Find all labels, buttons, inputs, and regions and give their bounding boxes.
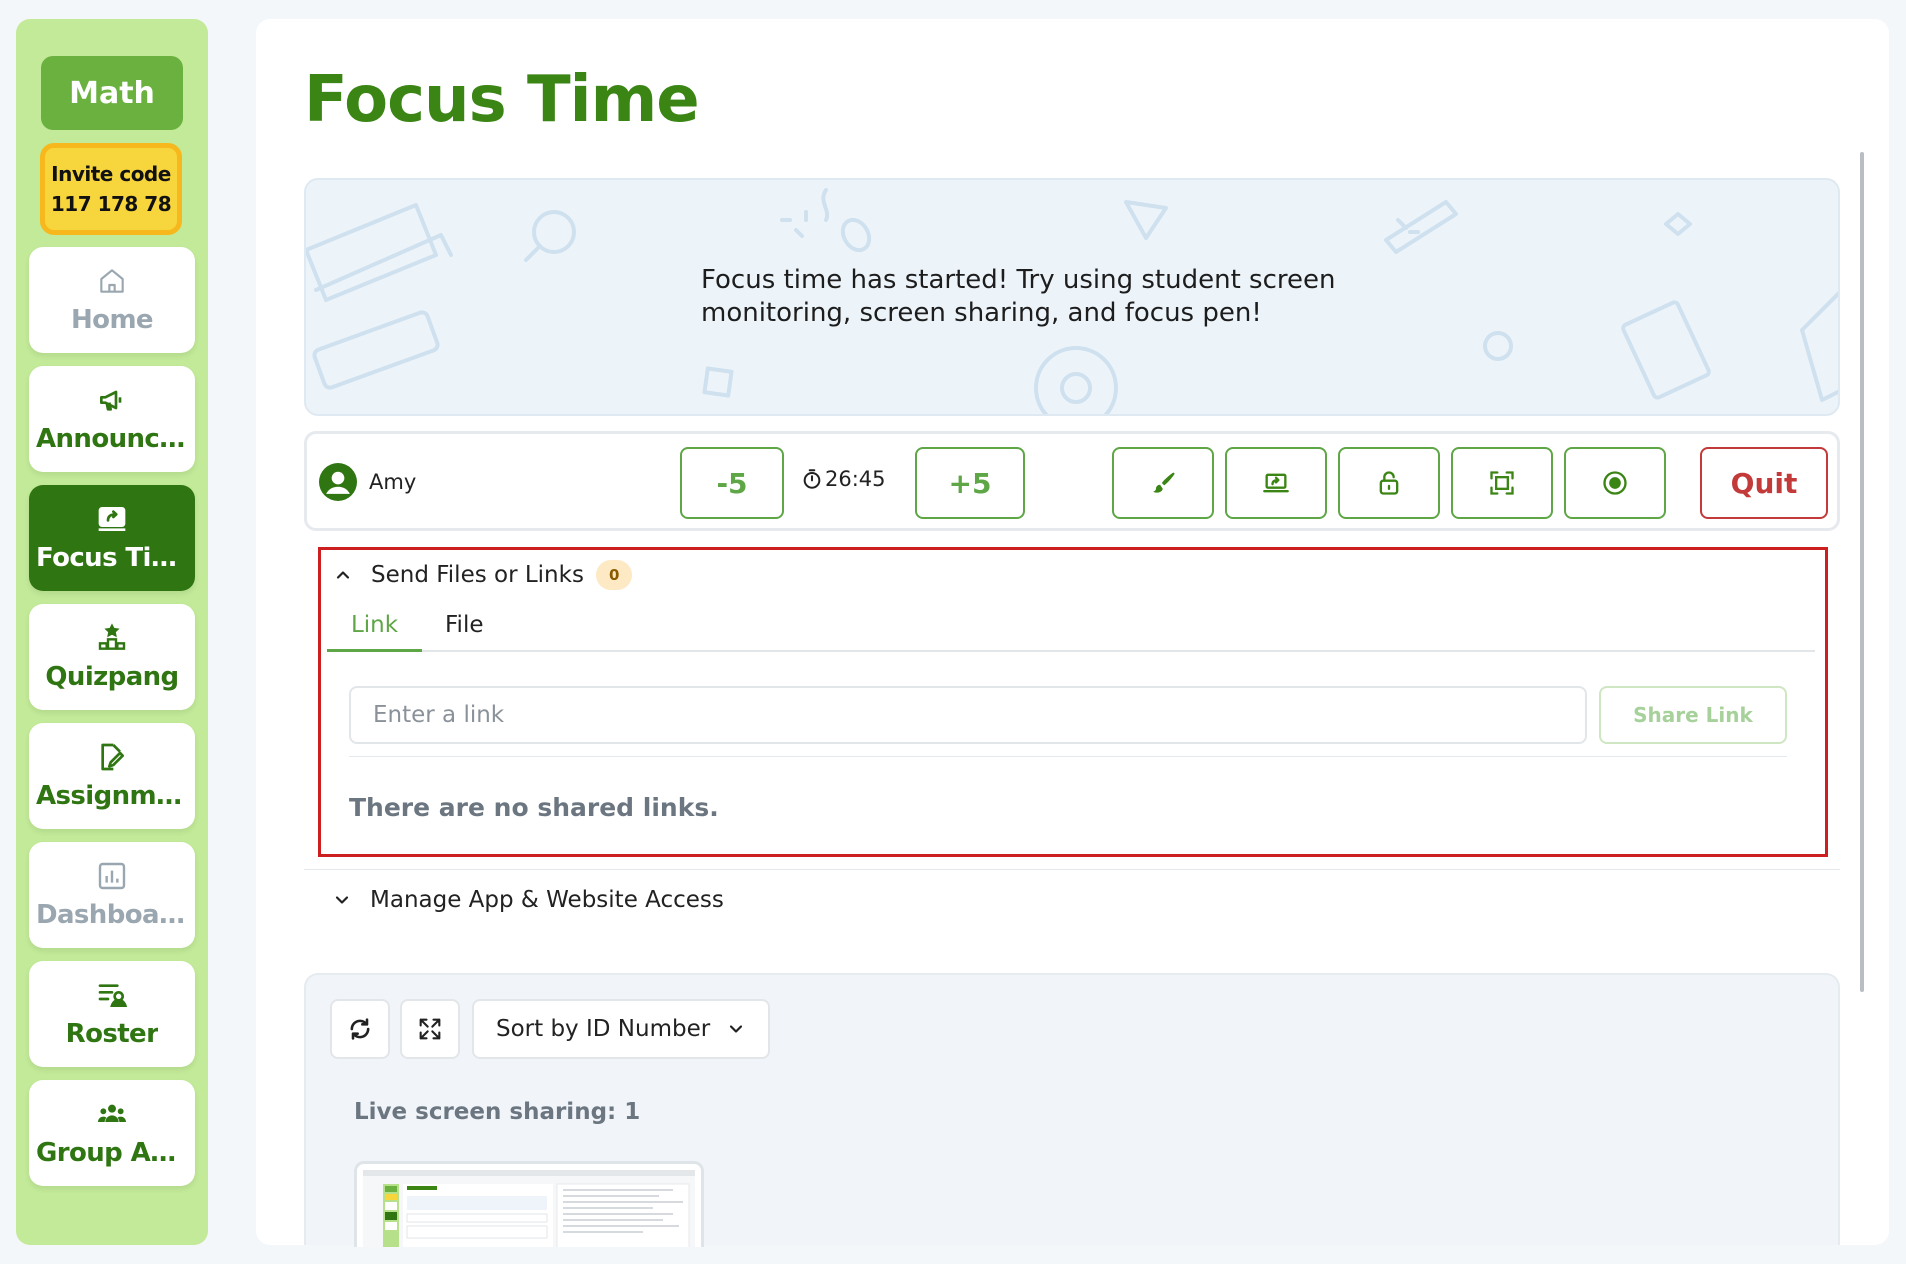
sidebar-item-label: Group Activities <box>36 1138 188 1168</box>
sidebar-item-label: Home <box>71 305 153 335</box>
megaphone-icon <box>100 390 122 411</box>
screen-thumbnail-image <box>363 1170 695 1247</box>
sort-select[interactable]: Sort by ID Number <box>472 999 770 1059</box>
divider <box>349 756 1787 757</box>
sidebar-item-assignments[interactable]: Assignments <box>29 723 195 829</box>
refresh-button[interactable] <box>330 999 390 1059</box>
manage-access-title: Manage App & Website Access <box>370 887 724 913</box>
roster-icon <box>98 984 128 1007</box>
divider <box>304 869 1840 870</box>
student-name: Amy <box>369 470 417 494</box>
minus-five-label: -5 <box>716 466 748 500</box>
screen-share-icon <box>1263 473 1289 493</box>
home-icon <box>100 269 124 293</box>
chevron-down-icon <box>729 1025 743 1033</box>
banner-message: Focus time has started! Try using studen… <box>701 265 1336 328</box>
tab-file[interactable]: File <box>445 612 505 652</box>
main-panel: Focus Time Focus time has started! Try u… <box>256 19 1889 1247</box>
sidebar: Math Invite code 117 178 78 Home Announc… <box>16 19 208 1245</box>
tab-link[interactable]: Link <box>327 612 422 652</box>
brush-icon <box>1153 472 1175 493</box>
stopwatch-icon <box>803 469 821 489</box>
chevron-down-icon <box>335 896 349 904</box>
chevron-up-icon <box>336 571 350 579</box>
sidebar-item-label: Dashboard <box>36 900 188 930</box>
timer-value: 26:45 <box>825 467 886 491</box>
shared-count-badge: 0 <box>595 560 633 590</box>
send-files-section: Send Files or Links 0 Link File Share Li… <box>318 547 1828 857</box>
send-files-title: Send Files or Links <box>371 562 584 588</box>
expand-button[interactable] <box>400 999 460 1059</box>
plus-five-button[interactable]: +5 <box>915 447 1025 519</box>
student-chip[interactable]: Amy <box>319 463 416 501</box>
page-title: Focus Time <box>304 63 700 137</box>
sidebar-item-group-activities[interactable]: Group Activities <box>29 1080 195 1186</box>
scrollbar[interactable] <box>1860 152 1864 992</box>
refresh-icon <box>350 1018 370 1040</box>
sidebar-item-dashboard[interactable]: Dashboard <box>29 842 195 948</box>
screen-share-icon <box>98 507 126 531</box>
link-input[interactable] <box>349 686 1587 744</box>
quit-label: Quit <box>1730 466 1798 500</box>
sidebar-item-label: Quizpang <box>45 662 179 692</box>
sidebar-item-label: Focus Time <box>36 543 188 573</box>
focus-pen-button[interactable] <box>1112 447 1214 519</box>
sidebar-item-home[interactable]: Home <box>29 247 195 353</box>
sidebar-item-announcements[interactable]: Announcements <box>29 366 195 472</box>
group-icon <box>98 1104 126 1122</box>
user-avatar-icon <box>319 463 357 501</box>
timer-display: 26:45 <box>801 467 886 491</box>
sidebar-item-focus-time[interactable]: Focus Time <box>29 485 195 591</box>
share-link-label: Share Link <box>1633 703 1753 727</box>
bar-chart-icon <box>98 862 126 890</box>
sidebar-item-label: Announcements <box>36 424 188 454</box>
focus-time-banner: Focus time has started! Try using studen… <box>304 178 1840 416</box>
sidebar-item-label: Assignments <box>36 781 188 811</box>
class-name-label: Math <box>69 75 155 111</box>
lock-screen-button[interactable] <box>1338 447 1440 519</box>
send-files-toggle[interactable]: Send Files or Links 0 <box>333 560 633 590</box>
edit-document-icon <box>101 743 124 771</box>
sort-select-value: Sort by ID Number <box>496 1016 711 1042</box>
fullscreen-icon <box>1490 471 1514 495</box>
invite-code-label: Invite code <box>51 162 171 186</box>
focus-control-bar: Amy -5 26:45 +5 Quit <box>304 431 1840 531</box>
invite-code-value: 117 178 78 <box>50 192 172 216</box>
invite-code-badge[interactable]: Invite code 117 178 78 <box>40 143 182 235</box>
minus-five-button[interactable]: -5 <box>680 447 784 519</box>
manage-access-toggle[interactable]: Manage App & Website Access <box>332 887 724 913</box>
class-name-button[interactable]: Math <box>41 56 183 130</box>
student-screens-panel: Sort by ID Number Live screen sharing: 1 <box>304 973 1840 1247</box>
fullscreen-button[interactable] <box>1451 447 1553 519</box>
target-icon <box>1603 471 1627 495</box>
screen-share-button[interactable] <box>1225 447 1327 519</box>
quit-button[interactable]: Quit <box>1700 447 1828 519</box>
share-type-tabs: Link File <box>327 612 1815 652</box>
plus-five-label: +5 <box>948 466 992 500</box>
focus-target-button[interactable] <box>1564 447 1666 519</box>
sidebar-item-roster[interactable]: Roster <box>29 961 195 1067</box>
live-screen-sharing-label: Live screen sharing: 1 <box>354 1099 641 1125</box>
expand-icon <box>419 1018 441 1040</box>
podium-icon <box>98 623 126 650</box>
sidebar-item-quizpang[interactable]: Quizpang <box>29 604 195 710</box>
student-screen-thumbnail[interactable] <box>354 1161 704 1247</box>
share-link-button[interactable]: Share Link <box>1599 686 1787 744</box>
sidebar-item-label: Roster <box>65 1019 159 1049</box>
no-shared-links-message: There are no shared links. <box>349 793 719 822</box>
lock-icon <box>1379 471 1399 495</box>
